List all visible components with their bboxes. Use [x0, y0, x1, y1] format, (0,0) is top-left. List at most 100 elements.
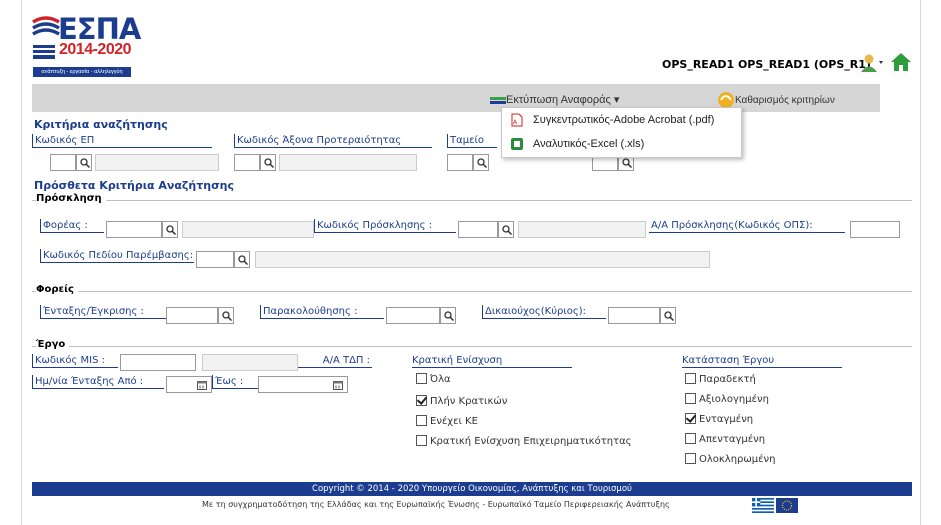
body-search-button[interactable] [162, 221, 178, 238]
cofinancing-text: Με τη συγχρηματοδότηση της Ελλάδας και τ… [202, 500, 670, 509]
footer-cofinancing: Με τη συγχρηματοδότηση της Ελλάδας και τ… [32, 496, 912, 518]
intervention-search-button[interactable] [234, 251, 250, 268]
clear-criteria-button[interactable]: Καθαρισμός κριτηρίων [735, 95, 835, 106]
mis-description-field [202, 354, 298, 371]
clear-criteria-icon[interactable] [716, 89, 736, 109]
search-icon [80, 158, 90, 168]
intervention-description-field [255, 251, 710, 268]
calendar-icon[interactable] [333, 380, 343, 390]
status-completed-checkbox[interactable] [685, 453, 696, 464]
user-menu-icon[interactable] [860, 53, 884, 73]
invitation-aa-label: Α/Α Πρόσκλησης(Κωδικός ΟΠΣ): [649, 219, 845, 233]
search-icon [502, 225, 512, 235]
status-included-checkbox[interactable] [685, 413, 696, 424]
logo-flag-icon [33, 45, 55, 59]
body-input[interactable] [106, 221, 162, 238]
state-aid-business-label: Κρατική Ενίσχυση Επιχειρηματικότητας [430, 436, 632, 447]
espa-logo: ΕΣΠΑ 2014-2020 ανάπτυξη - εργασία - αλλη… [32, 12, 142, 77]
logo-years: 2014-2020 [59, 41, 132, 58]
mis-code-input[interactable] [120, 354, 196, 371]
invitation-aa-input[interactable] [850, 221, 900, 238]
menu-item-pdf-label: Συγκεντρωτικός-Adobe Acrobat (.pdf) [533, 114, 715, 126]
body-label: Φορέας : [40, 219, 104, 233]
search-icon [166, 225, 176, 235]
fund-search-button[interactable] [473, 154, 489, 171]
user-name: OPS_READ1 OPS_READ1 (OPS_R1) [662, 58, 871, 71]
search-icon [222, 311, 232, 321]
ep-description-field [95, 154, 219, 171]
print-report-label: Εκτύπωση Αναφοράς [506, 94, 611, 106]
invitation-search-button[interactable] [498, 221, 514, 238]
criteria-title: Κριτήρια αναζήτησης [34, 118, 168, 131]
state-aid-ke-checkbox[interactable] [416, 415, 427, 426]
chevron-down-icon: ▾ [613, 94, 620, 106]
report-icon[interactable] [490, 94, 506, 106]
status-excluded-label: Απενταγμένη [699, 434, 766, 445]
status-included-label: Ενταγμένη [699, 414, 754, 425]
status-evaluated-label: Αξιολογημένη [699, 394, 769, 405]
intervention-input[interactable] [196, 251, 234, 268]
invitation-title: Πρόσκληση [36, 193, 106, 204]
logo-slogan: ανάπτυξη - εργασία - αλληλεγγύη [33, 67, 131, 77]
logo-swoosh-icon [32, 16, 60, 36]
monitoring-label: Παρακολούθησης : [260, 305, 384, 319]
axis-search-button[interactable] [260, 154, 276, 171]
search-icon [664, 311, 674, 321]
search-icon [264, 158, 274, 168]
bodies-group [32, 291, 912, 292]
menu-item-excel[interactable]: Αναλυτικός-Excel (.xls) [502, 133, 741, 157]
state-aid-all-checkbox[interactable] [416, 373, 427, 384]
tdp-label: Α/Α ΤΔΠ : [298, 354, 372, 368]
monitoring-search-button[interactable] [440, 307, 456, 324]
excel-icon [511, 138, 523, 150]
calendar-icon[interactable] [197, 380, 207, 390]
home-icon[interactable] [890, 52, 912, 72]
approval-input[interactable] [166, 307, 218, 324]
toolbar: Εκτύπωση Αναφοράς ▾ Καθαρισμός κριτηρίων [32, 84, 880, 112]
state-aid-business-checkbox[interactable] [416, 435, 427, 446]
ep-search-button[interactable] [76, 154, 92, 171]
search-icon [238, 255, 248, 265]
state-aid-ke-label: Ενέχει ΚΕ [430, 416, 478, 427]
state-aid-except-label: Πλήν Κρατικών [430, 396, 508, 407]
beneficiary-input[interactable] [608, 307, 660, 324]
axis-code-input[interactable] [234, 154, 260, 171]
approval-label: Ένταξης/Έγκρισης : [40, 305, 166, 319]
ep-code-label: Κωδικός ΕΠ [32, 134, 212, 148]
mis-code-label: Κωδικός MIS : [32, 354, 118, 368]
approval-search-button[interactable] [218, 307, 234, 324]
search-icon [477, 158, 487, 168]
search-icon [444, 311, 454, 321]
fund-label: Ταμείο [447, 134, 497, 148]
eu-flag-icon [776, 498, 798, 513]
invitation-code-label: Κωδικός Πρόσκλησης : [314, 219, 456, 233]
state-aid-except-checkbox[interactable] [416, 395, 427, 406]
body-description-field [182, 221, 314, 238]
status-evaluated-checkbox[interactable] [685, 393, 696, 404]
menu-item-excel-label: Αναλυτικός-Excel (.xls) [533, 138, 645, 150]
monitoring-input[interactable] [386, 307, 440, 324]
axis-code-label: Κωδικός Άξονα Προτεραιότητας [234, 134, 432, 148]
page-frame: ΕΣΠΑ 2014-2020 ανάπτυξη - εργασία - αλλη… [21, 0, 921, 525]
search-icon [622, 158, 632, 168]
project-title: Έργο [36, 339, 70, 350]
status-admissible-checkbox[interactable] [685, 373, 696, 384]
footer-copyright: Copyright © 2014 - 2020 Υπουργείο Οικονο… [32, 482, 912, 496]
status-excluded-checkbox[interactable] [685, 433, 696, 444]
bodies-title: Φορείς [36, 284, 78, 295]
beneficiary-search-button[interactable] [660, 307, 676, 324]
print-report-button[interactable]: Εκτύπωση Αναφοράς ▾ [506, 93, 619, 106]
project-group [32, 346, 912, 347]
state-aid-title: Κρατική Ενίσχυση [412, 354, 572, 368]
invitation-description-field [518, 221, 646, 238]
beneficiary-label: Δικαιούχος(Κύριος): [482, 305, 606, 319]
project-status-title: Κατάσταση Έργου [682, 354, 842, 368]
menu-item-pdf[interactable]: A Συγκεντρωτικός-Adobe Acrobat (.pdf) [502, 109, 741, 133]
print-report-menu: A Συγκεντρωτικός-Adobe Acrobat (.pdf) Αν… [501, 107, 742, 158]
date-to-label: Έως : [212, 375, 258, 389]
invitation-code-input[interactable] [458, 221, 498, 238]
status-admissible-label: Παραδεκτή [699, 374, 756, 385]
ep-code-input[interactable] [50, 154, 76, 171]
additional-criteria-title: Πρόσθετα Κριτήρια Αναζήτησης [34, 179, 235, 192]
fund-code-input[interactable] [447, 154, 473, 171]
